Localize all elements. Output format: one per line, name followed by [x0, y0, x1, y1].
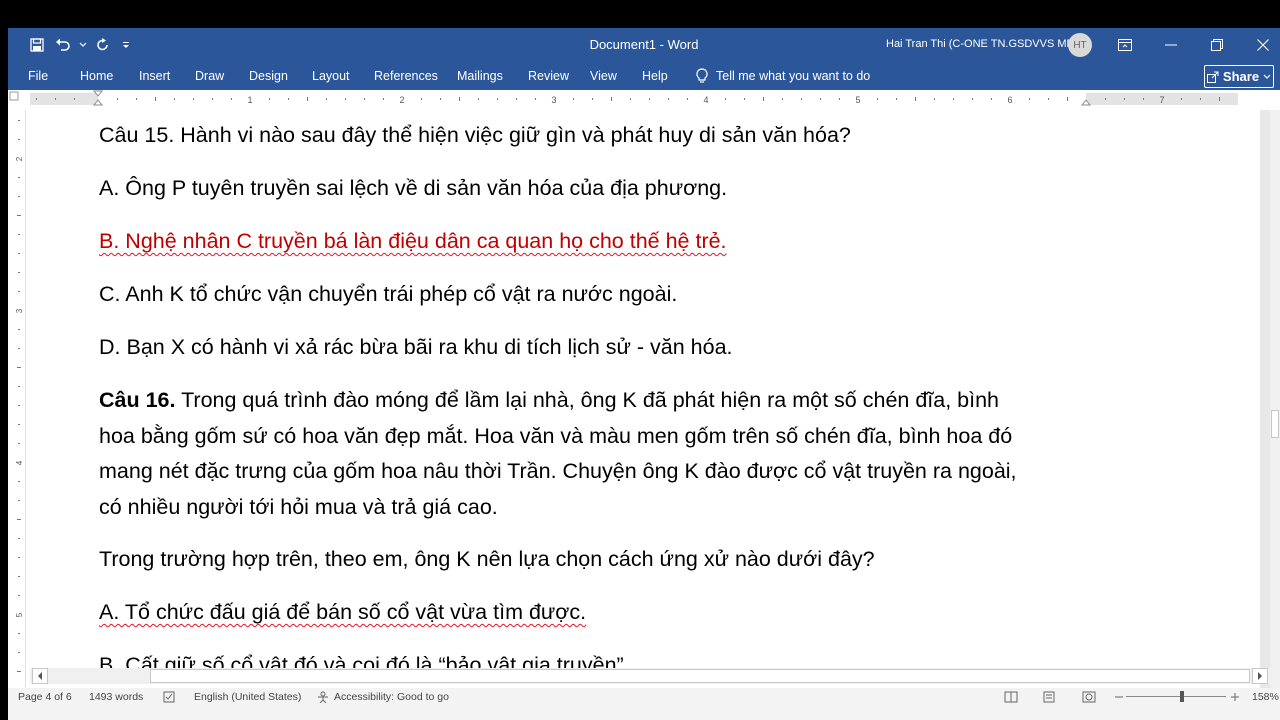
tell-me-search[interactable]: Tell me what you want to do — [696, 68, 870, 84]
zoom-in-button[interactable] — [1230, 691, 1240, 706]
tab-insert[interactable]: Insert — [139, 69, 170, 83]
option-15a: A. Ông P tuyên truyền sai lệch về di sản… — [99, 176, 728, 200]
status-bar: Page 4 of 6 1493 words English (United S… — [8, 688, 1280, 720]
partial-question-15: Câu 15. Hành vi nào sau đây thể hiện việ… — [99, 123, 851, 147]
ruler-number: 4 — [703, 95, 708, 105]
question-16-line-4: có nhiều người tới hỏi mua và trả giá ca… — [99, 494, 498, 519]
ruler-number: 7 — [1159, 95, 1164, 105]
tab-draw[interactable]: Draw — [195, 69, 224, 83]
language[interactable]: English (United States) — [194, 691, 301, 703]
zoom-slider[interactable] — [1126, 696, 1226, 697]
minimize-icon — [1165, 44, 1177, 46]
word-count[interactable]: 1493 words — [89, 691, 143, 703]
zoom-slider-thumb[interactable] — [1180, 691, 1184, 702]
horizontal-ruler[interactable]: 1 2 3 4 5 6 7 — [8, 90, 1280, 110]
restore-icon — [1211, 39, 1223, 51]
scroll-right-button[interactable] — [1252, 668, 1268, 684]
question-16-label: Câu 16. — [99, 388, 176, 412]
option-15d: D. Bạn X có hành vi xả rác bừa bãi ra kh… — [99, 335, 733, 359]
tab-home[interactable]: Home — [80, 69, 113, 83]
tab-help[interactable]: Help — [642, 69, 668, 83]
vertical-ruler-graphic: 2 3 4 5 — [15, 120, 24, 672]
close-icon — [1257, 39, 1269, 51]
share-button[interactable]: Share — [1204, 65, 1274, 88]
vruler-number: 3 — [15, 308, 24, 313]
zoom-out-button[interactable] — [1114, 691, 1124, 706]
tab-view[interactable]: View — [590, 69, 617, 83]
tab-mailings[interactable]: Mailings — [457, 69, 503, 83]
ruler-number: 1 — [247, 95, 252, 105]
option-16a: A. Tổ chức đấu giá để bán số cổ vật vừa … — [99, 600, 587, 624]
print-layout-icon — [1043, 691, 1055, 703]
question-16-line-1: Trong quá trình đào móng để lầm lại nhà,… — [181, 388, 1000, 412]
read-mode-button[interactable] — [1004, 691, 1018, 706]
horizontal-scrollbar[interactable] — [30, 668, 1270, 684]
read-mode-icon — [1004, 691, 1018, 703]
option-15c: C. Anh K tổ chức vận chuyển trái phép cổ… — [99, 282, 678, 306]
tab-file[interactable]: File — [28, 69, 48, 83]
vertical-scrollbar[interactable] — [1270, 110, 1280, 690]
ruler-number: 3 — [551, 95, 556, 105]
option-15b-correct: B. Nghệ nhân C truyền bá làn điệu dân ca… — [99, 229, 727, 253]
ruler-number: 6 — [1007, 95, 1012, 105]
question-16: Câu 16. Trong quá trình đào móng để lầm … — [99, 383, 1017, 525]
tab-design[interactable]: Design — [249, 69, 288, 83]
avatar[interactable]: HT — [1068, 33, 1092, 57]
web-layout-button[interactable] — [1082, 691, 1096, 706]
horizontal-scroll-thumb[interactable] — [150, 669, 1250, 683]
vruler-number: 5 — [15, 612, 24, 617]
vruler-number: 2 — [15, 156, 24, 161]
zoom-level[interactable]: 158% — [1252, 691, 1279, 703]
minimize-button[interactable] — [1148, 28, 1194, 62]
tab-references[interactable]: References — [374, 69, 438, 83]
chevron-left-icon — [38, 672, 42, 680]
tab-review[interactable]: Review — [528, 69, 569, 83]
close-button[interactable] — [1240, 28, 1280, 62]
question-16-line-2: hoa bằng gốm sứ có hoa văn đẹp mắt. Hoa … — [99, 423, 1013, 448]
page-count[interactable]: Page 4 of 6 — [18, 691, 72, 703]
document-canvas[interactable]: Câu 15. Hành vi nào sau đây thể hiện việ… — [30, 110, 1270, 690]
question-16-prompt: Trong trường hợp trên, theo em, ông K nê… — [99, 547, 875, 571]
accessibility-status[interactable]: Accessibility: Good to go — [334, 691, 449, 703]
ribbon-display-options-button[interactable] — [1102, 28, 1148, 62]
print-layout-button[interactable] — [1042, 691, 1056, 706]
scroll-left-button[interactable] — [32, 668, 48, 684]
chevron-right-icon — [1258, 672, 1262, 680]
ribbon-tabs: File Home Insert Draw Design Layout Refe… — [8, 62, 1280, 90]
word-window: Document1 - Word Hai Tran Thi (C-ONE TN.… — [8, 28, 1280, 720]
tab-selector[interactable] — [9, 91, 19, 101]
ruler-number: 2 — [399, 95, 404, 105]
ruler-graphic: 1 2 3 4 5 6 7 — [9, 90, 1238, 106]
tab-layout[interactable]: Layout — [312, 69, 350, 83]
chevron-down-icon — [1263, 74, 1271, 79]
question-16-line-3: mang nét đặc trưng của gốm hoa nâu thời … — [99, 459, 1017, 483]
vertical-ruler[interactable]: 2 3 4 5 — [8, 110, 30, 690]
vertical-scroll-thumb[interactable] — [1271, 410, 1279, 438]
share-label: Share — [1222, 69, 1260, 84]
ribbon-display-icon — [1118, 39, 1132, 51]
restore-button[interactable] — [1194, 28, 1240, 62]
accessibility-icon — [316, 691, 330, 706]
vruler-number: 4 — [15, 460, 24, 465]
proofing-icon[interactable] — [163, 691, 177, 706]
lightbulb-icon — [696, 68, 708, 83]
web-layout-icon — [1082, 691, 1096, 703]
plus-icon — [1231, 693, 1239, 701]
ruler-number: 5 — [855, 95, 860, 105]
document-page[interactable]: Câu 15. Hành vi nào sau đây thể hiện việ… — [30, 110, 1260, 690]
user-name[interactable]: Hai Tran Thi (C-ONE TN.GSDVVS MB) — [886, 38, 1078, 50]
title-bar: Document1 - Word Hai Tran Thi (C-ONE TN.… — [8, 28, 1280, 62]
minus-icon — [1115, 696, 1123, 698]
tell-me-label: Tell me what you want to do — [716, 69, 871, 83]
share-icon — [1206, 71, 1219, 83]
